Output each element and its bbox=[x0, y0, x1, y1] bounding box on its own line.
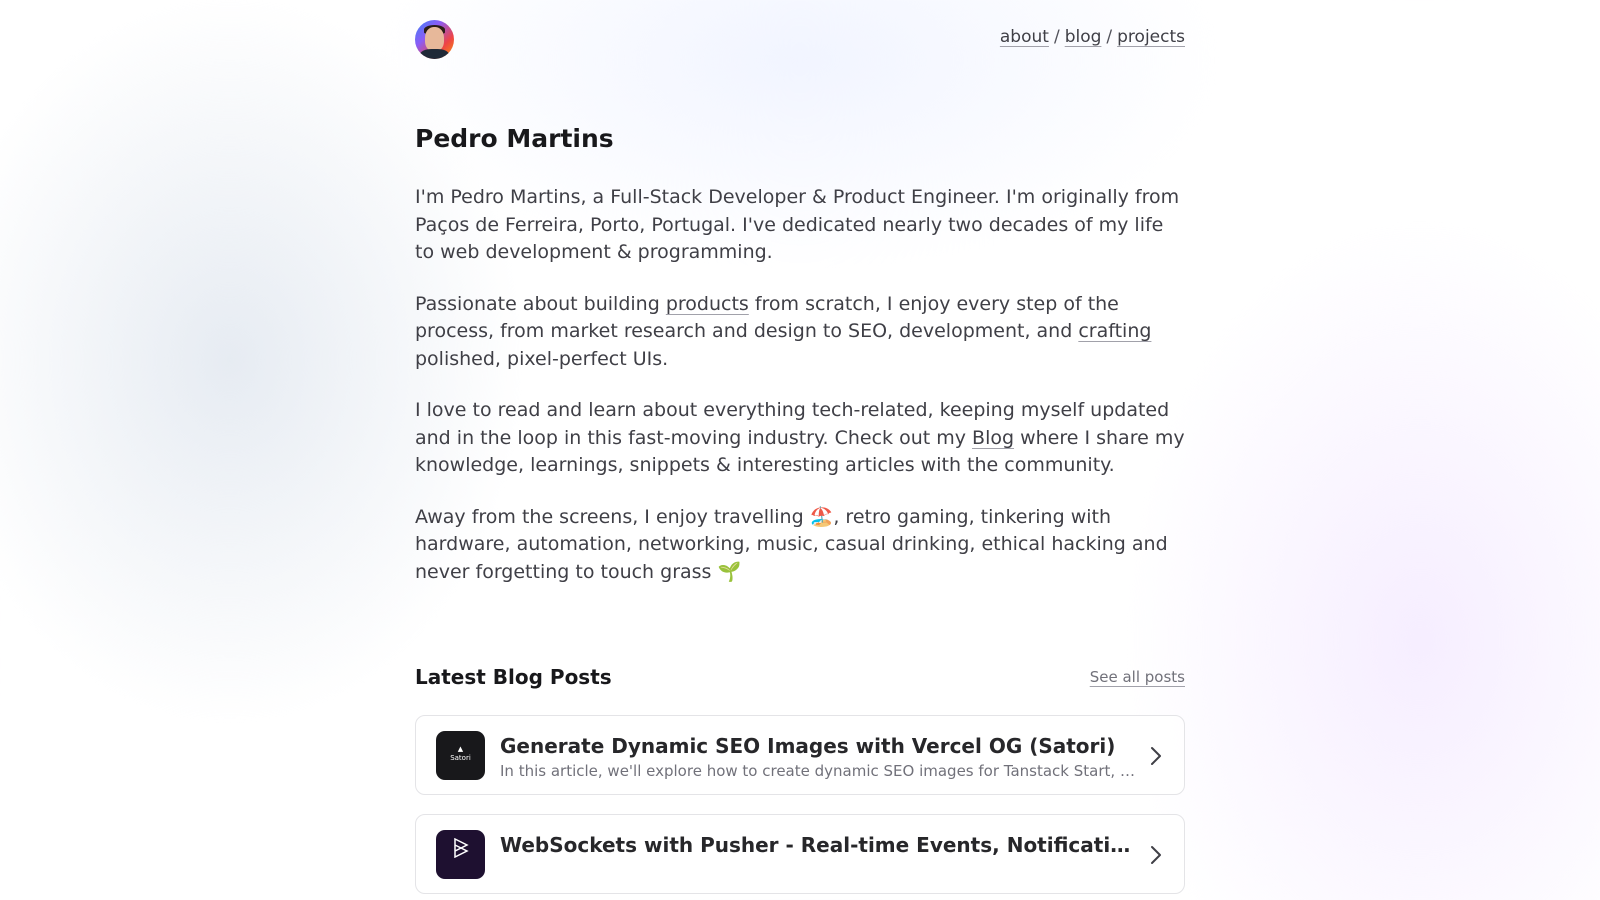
avatar-face bbox=[425, 27, 444, 51]
main-nav: about / blog / projects bbox=[1000, 27, 1185, 47]
see-all-posts-link[interactable]: See all posts bbox=[1090, 668, 1185, 686]
bio-paragraph-intro: I'm Pedro Martins, a Full-Stack Develope… bbox=[415, 186, 1180, 263]
post-list: ▲ Satori Generate Dynamic SEO Images wit… bbox=[415, 715, 1185, 894]
post-title: Generate Dynamic SEO Images with Vercel … bbox=[500, 734, 1116, 758]
post-thumbnail bbox=[436, 830, 485, 879]
blog-link[interactable]: Blog bbox=[972, 427, 1014, 449]
bio-text: Passionate about building bbox=[415, 292, 666, 315]
page-container: about / blog / projects Pedro Martins I'm Pe… bbox=[415, 0, 1185, 900]
products-link[interactable]: products bbox=[666, 293, 749, 315]
page-title: Pedro Martins bbox=[415, 124, 614, 153]
post-card[interactable]: ▲ Satori Generate Dynamic SEO Images wit… bbox=[415, 715, 1185, 795]
bio-paragraph-learning: I love to read and learn about everythin… bbox=[415, 397, 1185, 480]
crafting-link[interactable]: crafting bbox=[1078, 320, 1151, 342]
nav-separator: / bbox=[1106, 27, 1113, 47]
post-thumbnail-label: Satori bbox=[450, 754, 471, 762]
post-title: WebSockets with Pusher - Real-time Event… bbox=[500, 833, 1136, 857]
bio-section: I'm Pedro Martins, a Full-Stack Develope… bbox=[415, 184, 1185, 586]
latest-posts-header: Latest Blog Posts See all posts bbox=[415, 663, 1185, 693]
avatar[interactable] bbox=[415, 20, 454, 59]
bio-paragraph-passion: Passionate about building products from … bbox=[415, 291, 1185, 374]
pusher-logo-icon bbox=[453, 837, 469, 859]
nav-blog-link[interactable]: blog bbox=[1065, 27, 1102, 47]
top-bar: about / blog / projects bbox=[415, 0, 1185, 80]
bio-text: polished, pixel-perfect UIs. bbox=[415, 347, 669, 370]
latest-posts-heading: Latest Blog Posts bbox=[415, 665, 612, 689]
chevron-right-icon bbox=[1151, 747, 1161, 765]
bio-paragraph-hobbies: Away from the screens, I enjoy travellin… bbox=[415, 505, 1168, 583]
chevron-right-icon bbox=[1151, 846, 1161, 864]
nav-projects-link[interactable]: projects bbox=[1117, 27, 1185, 47]
post-card[interactable]: WebSockets with Pusher - Real-time Event… bbox=[415, 814, 1185, 894]
triangle-icon: ▲ bbox=[457, 745, 464, 753]
post-description: In this article, we'll explore how to cr… bbox=[500, 762, 1136, 780]
nav-separator: / bbox=[1053, 27, 1060, 47]
post-thumbnail: ▲ Satori bbox=[436, 731, 485, 780]
avatar-shirt bbox=[420, 49, 449, 59]
nav-about-link[interactable]: about bbox=[1000, 27, 1049, 47]
